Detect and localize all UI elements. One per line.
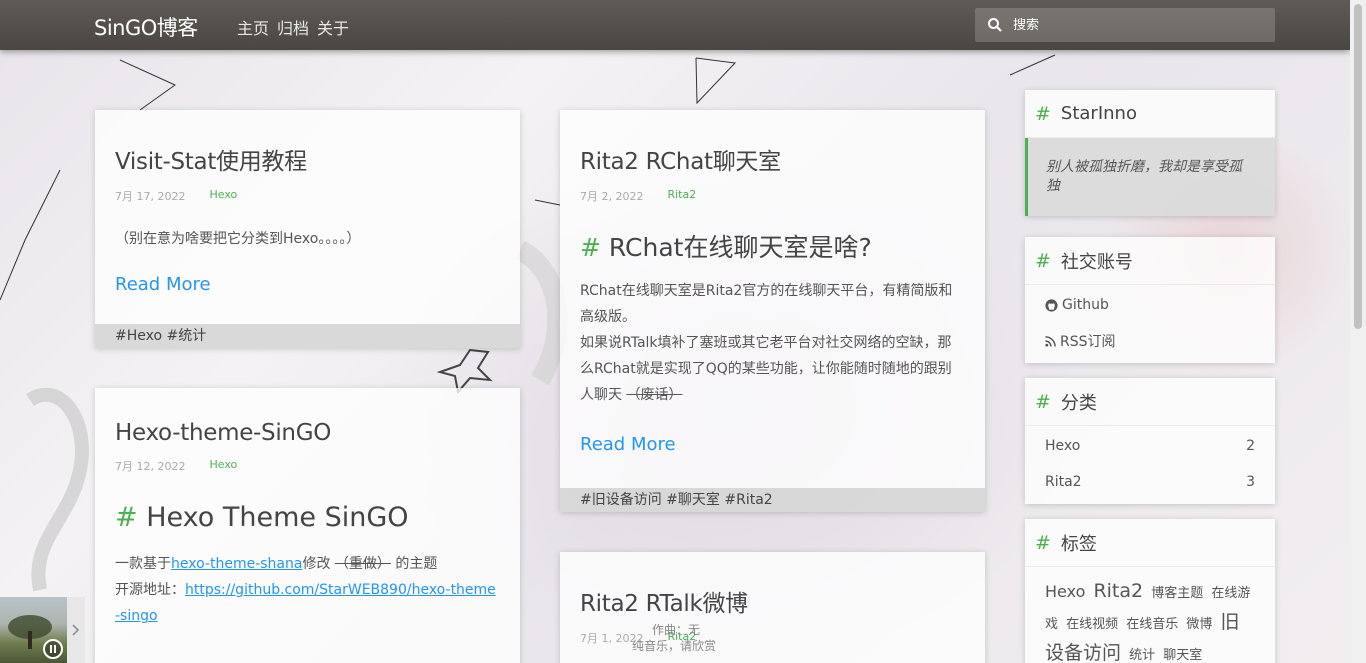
pause-icon xyxy=(50,645,56,653)
main-nav: 主页 归档 关于 xyxy=(237,15,349,39)
post-title[interactable]: Rita2 RTalk微博 xyxy=(580,552,965,618)
site-brand[interactable]: SinGO博客 xyxy=(94,12,198,42)
top-navbar: SinGO博客 主页 归档 关于 xyxy=(0,0,1350,50)
rss-icon xyxy=(1045,335,1056,347)
rss-label: RSS订阅 xyxy=(1060,334,1116,350)
widget-title: # 分类 xyxy=(1025,378,1275,426)
post-text: 的主题 xyxy=(390,556,438,572)
widget-hash: # xyxy=(1035,102,1051,125)
tag-link[interactable]: Rita2 xyxy=(1093,580,1143,602)
widget-title: # 标签 xyxy=(1025,519,1275,567)
motto-quote: 别人被孤独折磨，我却是享受孤独 xyxy=(1025,138,1275,216)
post-meta: 7月 12, 2022 Hexo xyxy=(115,458,500,474)
category-count: 2 xyxy=(1246,438,1255,454)
category-name: Hexo xyxy=(1045,438,1081,454)
tag-link[interactable]: 在线音乐 xyxy=(1126,617,1178,632)
widget-hash: # xyxy=(1035,390,1051,413)
post-heading: # RChat在线聊天室是啥? xyxy=(580,228,965,264)
read-more-link[interactable]: Read More xyxy=(115,274,211,295)
post-category[interactable]: Hexo xyxy=(209,458,237,474)
tag-link[interactable]: 在线视频 xyxy=(1066,617,1118,632)
widget-title: # 社交账号 xyxy=(1025,237,1275,285)
search-icon xyxy=(988,18,1002,32)
nav-about-link[interactable]: 关于 xyxy=(317,15,349,39)
post-card: Visit-Stat使用教程 7月 17, 2022 Hexo （别在意为啥要把… xyxy=(95,110,520,348)
about-widget: # StarInno 别人被孤独折磨，我却是享受孤独 xyxy=(1025,90,1275,216)
post-date: 7月 12, 2022 xyxy=(115,460,186,473)
post-heading-text: RChat在线聊天室是啥? xyxy=(608,233,872,262)
post-paragraph: 如果说RTalk填补了塞班或其它老平台对社交网络的空缺，那么RChat就是实现了… xyxy=(580,330,965,408)
post-paragraph: RChat在线聊天室是Rita2官方的在线聊天平台，有精简版和高级版。 xyxy=(580,283,953,325)
categories-widget: # 分类 Hexo 2 Rita2 3 xyxy=(1025,378,1275,504)
post-category[interactable]: Hexo xyxy=(209,188,237,204)
page-scrollbar[interactable] xyxy=(1350,0,1366,663)
post-meta: 7月 2, 2022 Rita2 xyxy=(580,188,965,204)
category-count: 3 xyxy=(1246,474,1255,490)
heading-anchor[interactable]: # xyxy=(580,233,601,262)
category-item-hexo[interactable]: Hexo 2 xyxy=(1025,428,1275,464)
pause-button[interactable] xyxy=(43,639,63,659)
post-card: Rita2 RTalk微博 7月 1, 2022 Rita2 xyxy=(560,552,985,663)
widget-title-text: 标签 xyxy=(1060,533,1097,555)
post-excerpt: （别在意为啥要把它分类到Hexo。。。。） xyxy=(115,231,361,247)
post-tags[interactable]: #旧设备访问 #聊天室 #Rita2 xyxy=(560,488,985,512)
category-item-rita2[interactable]: Rita2 3 xyxy=(1025,464,1275,500)
tag-link[interactable]: 博客主题 xyxy=(1151,586,1203,601)
music-note: 纯音乐，请欣赏 xyxy=(632,639,717,653)
post-card: Hexo-theme-SinGO 7月 12, 2022 Hexo # Hexo… xyxy=(95,388,520,663)
search-box[interactable] xyxy=(975,8,1275,42)
widget-title-text: 社交账号 xyxy=(1060,251,1133,273)
post-date: 7月 2, 2022 xyxy=(580,190,644,203)
github-link[interactable]: Github xyxy=(1025,287,1275,323)
chevron-right-icon xyxy=(72,624,80,636)
read-more-link[interactable]: Read More xyxy=(580,434,676,455)
post-date: 7月 17, 2022 xyxy=(115,190,186,203)
player-toggle-button[interactable] xyxy=(67,597,85,663)
strikethrough-text: （重做） xyxy=(334,556,391,572)
album-cover xyxy=(0,597,67,663)
tag-link[interactable]: 统计 xyxy=(1129,648,1155,663)
post-paragraph: 开源地址：https://github.com/StarWEB890/hexo-… xyxy=(115,577,500,629)
tag-cloud: Hexo Rita2 博客主题 在线游戏 在线视频 在线音乐 微博 旧设备访问 … xyxy=(1025,567,1275,663)
github-icon xyxy=(1045,298,1058,312)
strikethrough-text: （废话） xyxy=(626,387,683,403)
widget-title-text: 分类 xyxy=(1060,392,1097,414)
nav-home-link[interactable]: 主页 xyxy=(237,15,269,39)
tag-link[interactable]: Hexo xyxy=(1045,582,1085,601)
tag-link[interactable]: 微博 xyxy=(1186,617,1212,632)
post-text: 开源地址： xyxy=(115,582,185,598)
tag-link[interactable]: 聊天室 xyxy=(1163,648,1202,663)
post-paragraph: 一款基于hexo-theme-shana修改 （重做） 的主题 xyxy=(115,551,500,577)
post-heading: # Hexo Theme SinGO xyxy=(115,502,500,533)
post-text: 修改 xyxy=(302,556,335,572)
search-input[interactable] xyxy=(1013,17,1253,33)
post-title[interactable]: Hexo-theme-SinGO xyxy=(115,388,500,446)
music-player xyxy=(0,597,85,663)
widget-title: # StarInno xyxy=(1025,90,1275,138)
post-card: Rita2 RChat聊天室 7月 2, 2022 Rita2 # RChat在… xyxy=(560,110,985,512)
music-author: 作曲：无 xyxy=(652,623,701,637)
music-info: 作曲：无 纯音乐，请欣赏 xyxy=(632,622,716,654)
widget-hash: # xyxy=(1035,249,1051,272)
widget-hash: # xyxy=(1035,531,1051,554)
heading-anchor[interactable]: # xyxy=(115,502,138,533)
widget-title-text: StarInno xyxy=(1060,103,1137,124)
post-meta: 7月 17, 2022 Hexo xyxy=(115,188,500,204)
scrollbar-thumb[interactable] xyxy=(1354,4,1362,329)
post-title[interactable]: Rita2 RChat聊天室 xyxy=(580,110,965,176)
shana-theme-link[interactable]: hexo-theme-shana xyxy=(171,556,302,572)
post-category[interactable]: Rita2 xyxy=(667,188,696,204)
rss-link[interactable]: RSS订阅 xyxy=(1025,323,1275,359)
social-widget: # 社交账号 Github RSS订阅 xyxy=(1025,237,1275,363)
post-heading-text: Hexo Theme SinGO xyxy=(146,502,409,533)
github-label: Github xyxy=(1062,297,1109,313)
post-tags[interactable]: #Hexo #统计 xyxy=(95,324,520,348)
category-name: Rita2 xyxy=(1045,474,1082,490)
post-text: 一款基于 xyxy=(115,556,171,572)
tags-widget: # 标签 Hexo Rita2 博客主题 在线游戏 在线视频 在线音乐 微博 旧… xyxy=(1025,519,1275,663)
nav-archive-link[interactable]: 归档 xyxy=(277,15,309,39)
post-title[interactable]: Visit-Stat使用教程 xyxy=(115,110,500,176)
